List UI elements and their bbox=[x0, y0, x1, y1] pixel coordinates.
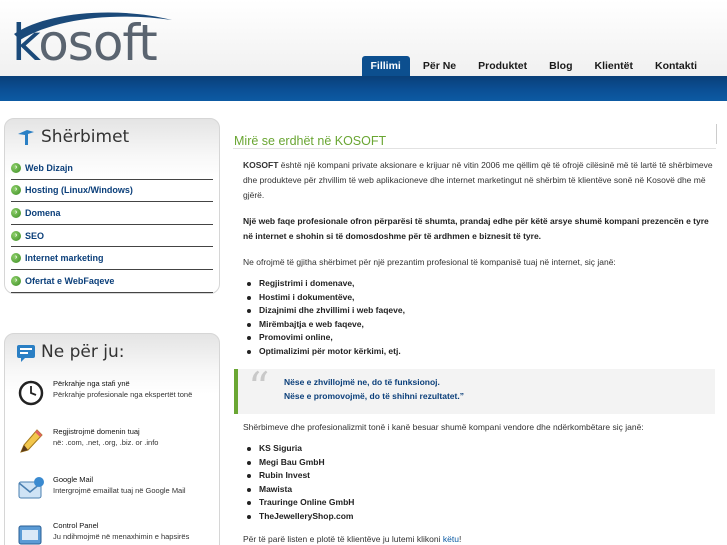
page-title: Mirë se erdhët në KOSOFT bbox=[234, 134, 387, 148]
service-link-ofertat[interactable]: Ofertat e WebFaqeve bbox=[25, 276, 114, 286]
header-blue-bar bbox=[0, 76, 727, 101]
services-title: Shërbimet bbox=[15, 123, 129, 151]
nav-item-per-ne[interactable]: Për Ne bbox=[414, 56, 465, 78]
feature-desc: Përkrahje profesionale nga ekspertët ton… bbox=[53, 390, 193, 399]
quote-block: “ Nëse e zhvillojmë ne, do të funksionoj… bbox=[234, 363, 715, 414]
service-link-seo[interactable]: SEO bbox=[25, 231, 44, 241]
divider bbox=[716, 124, 717, 144]
nav-item-produktet[interactable]: Produktet bbox=[469, 56, 536, 78]
quote-line: Nëse e zhvillojmë ne, do të funksionoj. bbox=[284, 377, 440, 387]
services-icon bbox=[18, 130, 34, 145]
nav-item-blog[interactable]: Blog bbox=[540, 56, 581, 78]
control-panel-icon bbox=[18, 525, 42, 545]
feature-desc: Intergrojmë emaillat tuaj në Google Mail bbox=[53, 486, 186, 495]
feature-domain[interactable]: Regjistrojmë domenin tuaj në: .com, .net,… bbox=[17, 426, 217, 454]
clients-paragraph: Shërbimeve dhe profesionalizmit tonë i k… bbox=[243, 422, 644, 432]
mail-icon bbox=[18, 477, 44, 499]
service-link-domena[interactable]: Domena bbox=[25, 208, 61, 218]
list-item: Trauringe Online GmbH bbox=[245, 496, 705, 510]
arrow-bullet-icon: › bbox=[11, 275, 21, 286]
brand-name: KOSOFT bbox=[243, 160, 279, 170]
feature-title: Google Mail bbox=[53, 475, 94, 484]
list-item: Megi Bau GmbH bbox=[245, 456, 705, 470]
arrow-bullet-icon: › bbox=[11, 162, 21, 173]
pencil-icon bbox=[20, 429, 43, 453]
list-item: Hostimi i dokumentëve, bbox=[245, 291, 705, 305]
services-list: › Web Dizajn › Hosting (Linux/Windows) › Do… bbox=[11, 157, 213, 293]
clients-list: KS Siguria Megi Bau GmbH Rubin Invest Ma… bbox=[245, 442, 705, 524]
list-item[interactable]: › Domena bbox=[11, 202, 213, 225]
logo-text: kosoft bbox=[12, 14, 158, 72]
service-link-web-dizajn[interactable]: Web Dizajn bbox=[25, 163, 73, 173]
feature-title: Control Panel bbox=[53, 521, 99, 530]
feature-title: Regjistrojmë domenin tuaj bbox=[53, 427, 140, 436]
list-item: Dizajnimi dhe zhvillimi i web faqeve, bbox=[245, 304, 705, 318]
quote-line: Nëse e promovojmë, do të shihni rezultat… bbox=[284, 391, 464, 401]
feature-desc: në: .com, .net, .org, .biz. or .info bbox=[53, 438, 159, 447]
header: kosoft Fillimi Për Ne Produktet Blog Kli… bbox=[0, 0, 727, 78]
list-item[interactable]: › SEO bbox=[11, 225, 213, 248]
footer-text: Për të parë listen e plotë të klientëve … bbox=[243, 534, 443, 544]
offers-list: Regjistrimi i domenave, Hostimi i dokume… bbox=[245, 277, 705, 359]
intro-paragraph: KOSOFT është një kompani private aksiona… bbox=[243, 158, 716, 203]
feature-title: Përkrahje nga stafi ynë bbox=[53, 379, 130, 388]
list-item: Mirëmbajtja e web faqeve, bbox=[245, 318, 705, 332]
intro-text: është një kompani private aksionare e kr… bbox=[243, 160, 713, 200]
footer-paragraph: Për të parë listen e plotë të klientëve … bbox=[243, 532, 716, 545]
clients-link[interactable]: këtu bbox=[443, 534, 459, 544]
list-item: TheJewelleryShop.com bbox=[245, 510, 705, 524]
nav-item-klientet[interactable]: Klientët bbox=[585, 56, 642, 78]
feature-support[interactable]: Përkrahje nga stafi ynë Përkrahje profesi… bbox=[17, 378, 217, 406]
for-you-icon bbox=[17, 345, 35, 362]
list-item: Promovimi online, bbox=[245, 331, 705, 345]
clock-icon bbox=[18, 380, 44, 406]
quote-mark-icon: “ bbox=[248, 363, 270, 412]
services-box: Shërbimet › Web Dizajn › Hosting (Linux/Wi… bbox=[4, 118, 220, 294]
nav-item-fillimi[interactable]: Fillimi bbox=[361, 56, 410, 78]
service-link-hosting[interactable]: Hosting (Linux/Windows) bbox=[25, 185, 133, 195]
bold-paragraph: Një web faqe profesionale ofron përparës… bbox=[243, 216, 709, 241]
main-nav: Fillimi Për Ne Produktet Blog Klientët K… bbox=[358, 56, 706, 78]
arrow-bullet-icon: › bbox=[11, 207, 21, 218]
list-item[interactable]: › Internet marketing bbox=[11, 247, 213, 270]
list-item: Regjistrimi i domenave, bbox=[245, 277, 705, 291]
arrow-bullet-icon: › bbox=[11, 230, 21, 241]
for-you-box: Ne për ju: Përkrahje nga stafi ynë Përkra… bbox=[4, 333, 220, 545]
nav-item-kontakti[interactable]: Kontakti bbox=[646, 56, 706, 78]
feature-control-panel[interactable]: Control Panel Ju ndihmojmë në menaxhimin … bbox=[17, 520, 217, 545]
list-item: Optimalizimi për motor kërkimi, etj. bbox=[245, 345, 705, 359]
feature-desc: Ju ndihmojmë në menaxhimin e hapsirës bbox=[53, 532, 190, 541]
offer-paragraph: Ne ofrojmë të gjitha shërbimet për një p… bbox=[243, 257, 616, 267]
divider bbox=[233, 148, 716, 149]
list-item[interactable]: › Hosting (Linux/Windows) bbox=[11, 180, 213, 203]
list-item[interactable]: › Web Dizajn bbox=[11, 157, 213, 180]
for-you-title: Ne për ju: bbox=[15, 338, 124, 366]
arrow-bullet-icon: › bbox=[11, 185, 21, 196]
list-item: KS Siguria bbox=[245, 442, 705, 456]
list-item: Rubin Invest bbox=[245, 469, 705, 483]
kosoft-logo[interactable]: kosoft bbox=[6, 6, 176, 72]
list-item[interactable]: › Ofertat e WebFaqeve bbox=[11, 270, 213, 293]
service-link-internet-marketing[interactable]: Internet marketing bbox=[25, 253, 104, 263]
list-item: Mawista bbox=[245, 483, 705, 497]
footer-end: ! bbox=[458, 534, 462, 544]
arrow-bullet-icon: › bbox=[11, 253, 21, 264]
feature-google-mail[interactable]: Google Mail Intergrojmë emaillat tuaj në … bbox=[17, 474, 217, 502]
